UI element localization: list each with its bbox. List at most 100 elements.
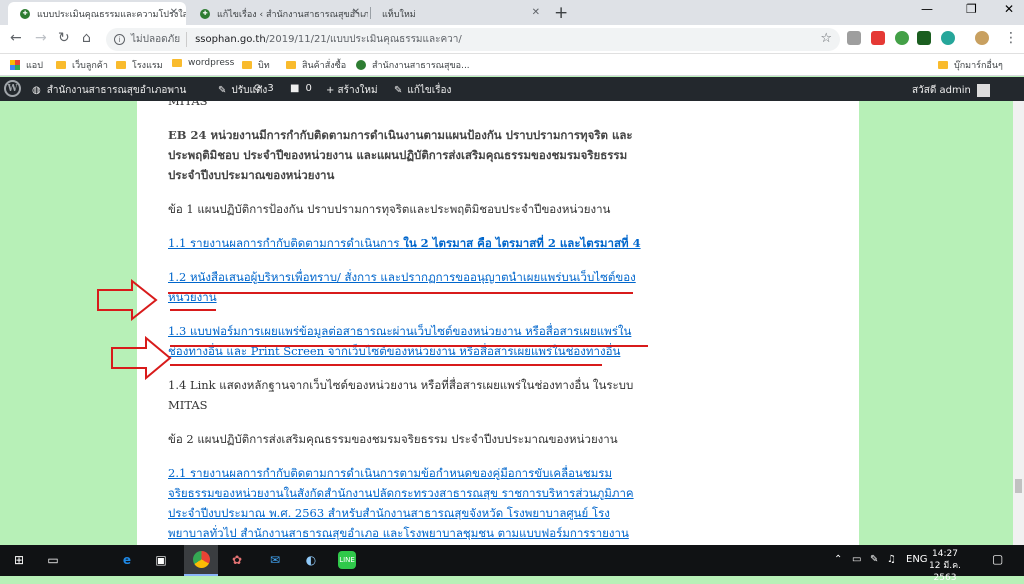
windows-taskbar: ⊞ ▭ e ▣ ✿ ✉ ◐ LINE ⌃ ▭ ✎ ♫ ENG 14:27 12 ม… xyxy=(0,545,1024,583)
menu-kebab-icon[interactable]: ⋮ xyxy=(1004,30,1018,46)
apps-grid-icon xyxy=(10,60,20,70)
tab-title: แบบประเมินคุณธรรมและความโปร่งใสของ xyxy=(37,9,186,20)
bookmark-folder[interactable]: สินค้าสั่งซื้อ xyxy=(286,58,346,72)
item-1-4-text: 1.4 Link แสดงหลักฐานจากเว็บไซต์ของหน่วยง… xyxy=(168,378,634,412)
site-favicon-icon: ✚ xyxy=(20,8,30,19)
bookmark-apps[interactable]: แอป xyxy=(10,58,43,72)
wp-site-name[interactable]: ◍ สำนักงานสาธารณสุขอำเภอพาน xyxy=(32,83,186,98)
network-icon[interactable]: ▭ xyxy=(852,554,861,565)
mail-icon[interactable]: ✉ xyxy=(266,551,284,569)
tab-edit-post[interactable]: ✚ แก้ไขเรื่อง ‹ สำนักงานสาธารณสุขอำเภ ✕ xyxy=(188,2,368,25)
comment-icon: ■ xyxy=(290,83,300,94)
download-extension-icon[interactable] xyxy=(917,31,931,45)
bookmark-folder[interactable]: wordpress xyxy=(172,58,234,68)
avatar xyxy=(976,84,990,97)
wp-account[interactable]: สวัสดี admin xyxy=(912,83,990,98)
bookmark-folder[interactable]: เว็บลูกค้า xyxy=(56,58,108,72)
url-domain: ssophan.go.th xyxy=(195,34,266,45)
post-content-area: MITAS EB 24 หน่วยงานมีการกำกับติดตามการด… xyxy=(137,101,859,545)
updates-icon: ⟳ xyxy=(254,83,263,94)
post-body: MITAS EB 24 หน่วยงานมีการกำกับติดตามการด… xyxy=(168,101,648,545)
site-favicon-icon: ✚ xyxy=(200,8,210,19)
annotation-arrow-icon xyxy=(97,279,158,321)
chrome-taskbar-icon[interactable] xyxy=(184,545,218,576)
dashboard-icon: ◍ xyxy=(32,85,41,96)
pencil-icon: ✎ xyxy=(394,85,403,96)
bookmark-folder[interactable]: บิท xyxy=(242,58,270,72)
address-bar[interactable]: i ไม่ปลอดภัย ssophan.go.th/2019/11/21/แบ… xyxy=(106,28,840,51)
tab-title: แก้ไขเรื่อง ‹ สำนักงานสาธารณสุขอำเภ xyxy=(217,9,368,20)
brush-icon: ✎ xyxy=(218,85,227,96)
store-icon[interactable]: ▣ xyxy=(152,551,170,569)
folder-icon xyxy=(938,61,948,69)
annotation-underline xyxy=(170,364,602,366)
task-view-icon[interactable]: ▭ xyxy=(44,551,62,569)
tab-new[interactable]: แท็บใหม่ ✕ xyxy=(370,2,548,25)
close-tab-icon[interactable]: ✕ xyxy=(170,7,178,18)
restore-icon[interactable]: ❐ xyxy=(966,2,977,16)
paint-icon[interactable]: ✿ xyxy=(228,551,246,569)
annotation-underline xyxy=(168,292,633,294)
chrome-icon xyxy=(192,551,210,568)
wp-new[interactable]: + สร้างใหม่ xyxy=(326,83,378,98)
close-tab-icon[interactable]: ✕ xyxy=(352,7,360,18)
windows-start-icon[interactable]: ⊞ xyxy=(10,551,28,569)
tray-chevron-icon[interactable]: ⌃ xyxy=(834,554,842,565)
line-app-icon[interactable]: LINE xyxy=(338,551,356,569)
profile-avatar-icon[interactable] xyxy=(975,31,989,45)
toolbar: ← → ↻ ⌂ i ไม่ปลอดภัย ssophan.go.th/2019/… xyxy=(0,25,1024,54)
extension-globe-icon[interactable] xyxy=(895,31,909,45)
back-icon[interactable]: ← xyxy=(10,30,22,46)
bookmark-star-icon[interactable]: ☆ xyxy=(820,31,832,46)
bookmark-folder[interactable]: โรงแรม xyxy=(116,58,163,72)
pen-icon[interactable]: ✎ xyxy=(870,554,878,565)
tab-assessment[interactable]: ✚ แบบประเมินคุณธรรมและความโปร่งใสของ ✕ xyxy=(8,2,186,25)
bookmark-other[interactable]: บุ๊กมาร์กอื่นๆ xyxy=(938,58,1003,72)
forward-icon[interactable]: → xyxy=(35,30,47,46)
home-icon[interactable]: ⌂ xyxy=(82,30,91,46)
taskbar-clock[interactable]: 14:27 12 มี.ค. 2563 xyxy=(924,548,966,584)
pdf-extension-icon[interactable] xyxy=(871,31,885,45)
mitas-text: MITAS xyxy=(168,101,208,108)
minimize-icon[interactable]: — xyxy=(921,2,933,16)
folder-icon xyxy=(286,61,296,69)
wp-edit-post[interactable]: ✎ แก้ไขเรื่อง xyxy=(394,83,451,98)
annotation-underline xyxy=(170,309,216,311)
wp-updates[interactable]: ⟳ 3 xyxy=(254,83,274,94)
grammarly-icon[interactable] xyxy=(941,31,955,45)
info-icon[interactable]: i xyxy=(114,34,125,45)
link-1-1[interactable]: 1.1 รายงานผลการกำกับติดตามการดำเนินการ ใ… xyxy=(168,236,641,250)
wp-admin-bar: W ◍ สำนักงานสาธารณสุขอำเภอพาน ✎ ปรับแต่ง ⟳… xyxy=(0,77,1024,101)
insecure-label: ไม่ปลอดภัย xyxy=(131,32,188,47)
close-tab-icon[interactable]: ✕ xyxy=(532,7,540,18)
link-2-1[interactable]: 2.1 รายงานผลการกำกับติดตามการดำเนินการตา… xyxy=(168,466,634,545)
folder-icon xyxy=(116,61,126,69)
tab-title: แท็บใหม่ xyxy=(382,9,416,20)
reload-icon[interactable]: ↻ xyxy=(58,30,70,46)
new-tab-icon[interactable]: + xyxy=(554,3,568,23)
folder-icon xyxy=(242,61,252,69)
eb24-heading: EB 24 หน่วยงานมีการกำกับติดตามการดำเนินง… xyxy=(168,128,633,182)
folder-icon xyxy=(172,59,182,67)
bookmarks-bar: แอป เว็บลูกค้า โรงแรม wordpress บิท สินค… xyxy=(0,54,1024,76)
url-path: /2019/11/21/แบบประเมินคุณธรรมและควา/ xyxy=(265,34,462,45)
tab-strip: ✚ แบบประเมินคุณธรรมและความโปร่งใสของ ✕ ✚… xyxy=(0,0,1024,25)
page-scrollbar[interactable] xyxy=(1013,101,1024,545)
link-1-2[interactable]: 1.2 หนังสือเสนอผู้บริหารเพื่อทราบ/ สั่งก… xyxy=(168,270,636,304)
edge-icon[interactable]: e xyxy=(118,551,136,569)
site-favicon-icon xyxy=(356,60,366,70)
wp-comments[interactable]: ■ 0 xyxy=(290,83,312,94)
close-window-icon[interactable]: ✕ xyxy=(1004,2,1014,16)
bookmark-site[interactable]: สำนักงานสาธารณสุขอ... xyxy=(356,58,470,72)
wordpress-logo-icon[interactable]: W xyxy=(4,80,21,97)
annotation-underline xyxy=(170,345,648,347)
volume-icon[interactable]: ♫ xyxy=(887,554,896,565)
annotation-arrow-icon xyxy=(111,336,172,380)
extension-icon[interactable] xyxy=(847,31,861,45)
folder-icon xyxy=(56,61,66,69)
link-1-3[interactable]: 1.3 แบบฟอร์มการเผยแพร่ข้อมูลต่อสาธารณะผ่… xyxy=(168,324,631,358)
item-1-text: ข้อ 1 แผนปฏิบัติการป้องกัน ปราบปรามการทุ… xyxy=(168,202,611,216)
notification-icon[interactable]: ▢ xyxy=(992,552,1003,566)
app-icon[interactable]: ◐ xyxy=(302,551,320,569)
scrollbar-thumb[interactable] xyxy=(1015,479,1022,493)
